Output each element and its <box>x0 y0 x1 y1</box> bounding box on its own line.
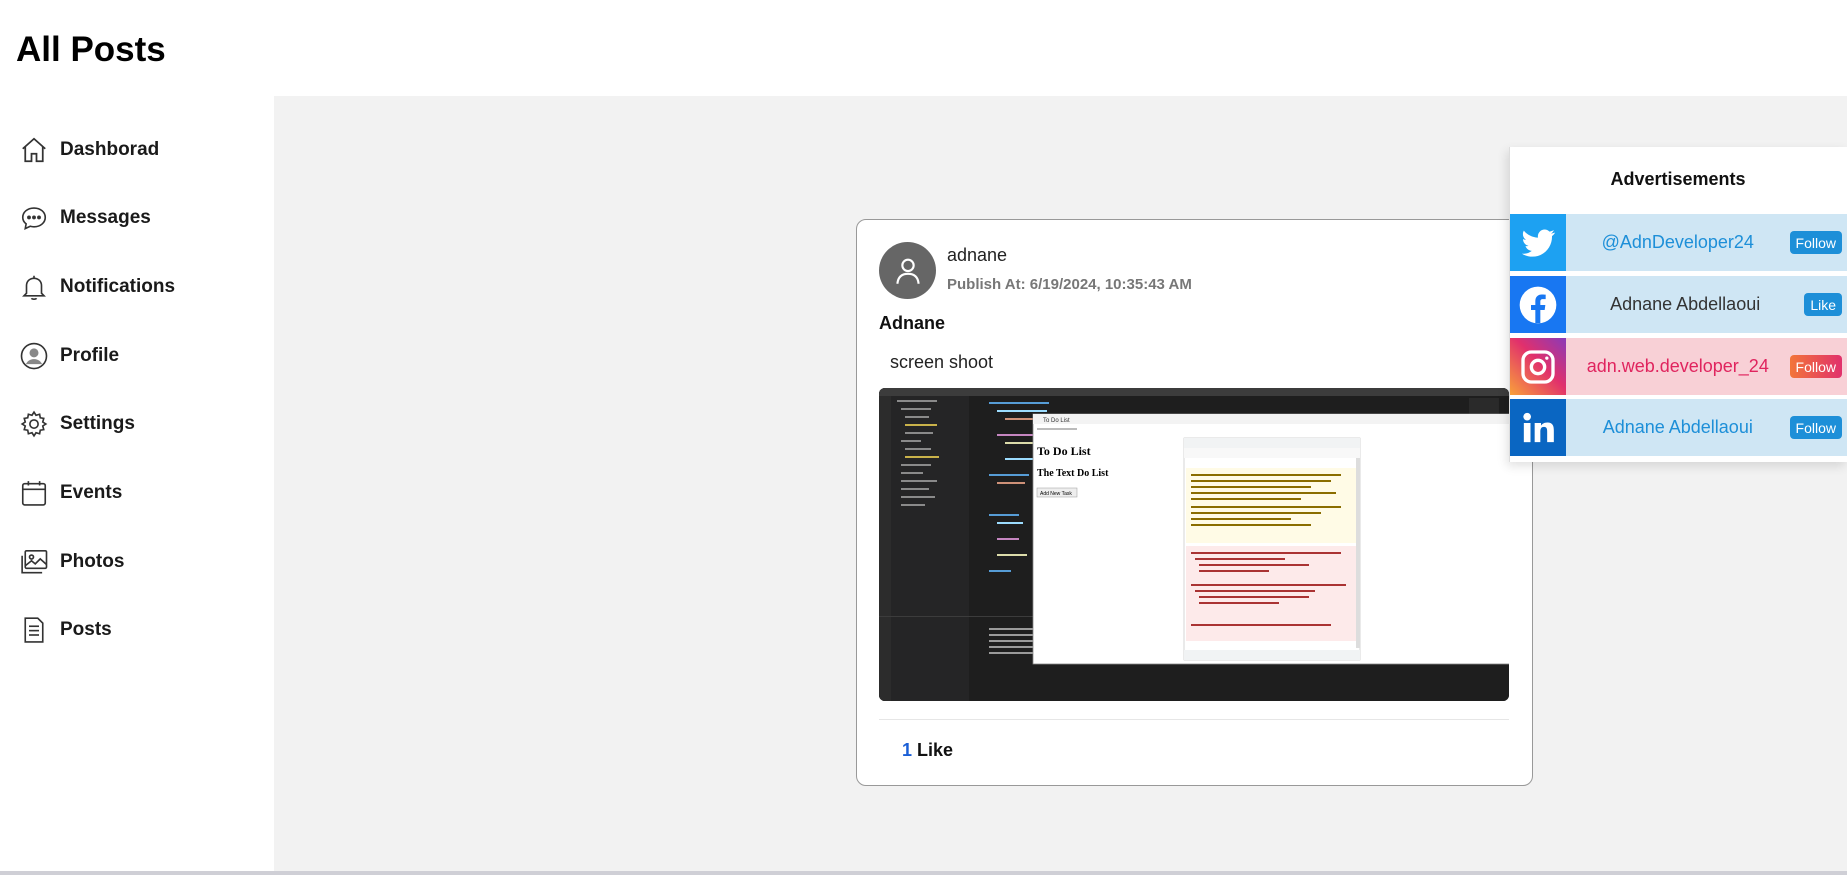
user-icon <box>895 258 920 284</box>
sidebar-item-profile[interactable]: Profile <box>18 334 258 378</box>
sidebar-item-messages[interactable]: Messages <box>18 196 258 240</box>
ad-instagram[interactable]: adn.web.developer_24 Follow <box>1510 338 1847 395</box>
document-icon <box>18 614 50 646</box>
instagram-icon <box>1510 338 1566 395</box>
sidebar-item-label: Messages <box>60 207 151 228</box>
sidebar: Dashborad Messages Notifications Profile… <box>0 96 274 871</box>
like-count: 1 <box>902 740 913 760</box>
advertisements-title: Advertisements <box>1610 169 1746 189</box>
twitter-icon <box>1510 214 1566 271</box>
sidebar-item-label: Profile <box>60 345 120 366</box>
ad-handle[interactable]: Adnane Abdellaoui <box>1566 417 1790 438</box>
like-label: Like <box>917 740 954 760</box>
sidebar-item-label: Events <box>60 482 123 503</box>
sidebar-item-dashboard[interactable]: Dashborad <box>18 128 258 172</box>
sidebar-item-photos[interactable]: Photos <box>18 540 258 584</box>
facebook-icon <box>1510 276 1566 333</box>
post-title: Adnane <box>879 313 946 333</box>
ad-handle[interactable]: Adnane Abdellaoui <box>1566 294 1804 315</box>
screenshot-button: Add New Task <box>1040 491 1072 497</box>
user-circle-icon <box>18 340 50 372</box>
sidebar-item-label: Settings <box>60 413 135 434</box>
ad-twitter[interactable]: @AdnDeveloper24 Follow <box>1510 214 1847 271</box>
sidebar-item-notifications[interactable]: Notifications <box>18 265 258 309</box>
page-title: All Posts <box>16 30 166 69</box>
sidebar-item-label: Notifications <box>60 276 176 297</box>
top-header: All Posts <box>0 0 1847 96</box>
gear-icon <box>18 408 50 440</box>
ad-facebook[interactable]: Adnane Abdellaoui Like <box>1510 276 1847 333</box>
post-body: screen shoot <box>890 352 994 372</box>
bell-icon <box>18 271 50 303</box>
screenshot-heading: To Do List <box>1037 444 1091 458</box>
screenshot-window-title: To Do List <box>1043 418 1070 424</box>
images-icon <box>18 546 50 578</box>
sidebar-item-label: Dashborad <box>60 139 160 160</box>
window-bottom-edge <box>0 871 1847 875</box>
sidebar-item-posts[interactable]: Posts <box>18 608 258 652</box>
sidebar-item-label: Photos <box>60 551 125 572</box>
sidebar-item-label: Posts <box>60 619 112 640</box>
linkedin-icon <box>1510 399 1566 456</box>
avatar[interactable] <box>879 242 936 299</box>
sidebar-item-events[interactable]: Events <box>18 471 258 515</box>
follow-button[interactable]: Follow <box>1789 355 1842 378</box>
divider <box>879 719 1509 720</box>
post-timestamp: Publish At: 6/19/2024, 10:35:43 AM <box>947 276 1192 293</box>
advertisements-panel: Advertisements @AdnDeveloper24 Follow Ad… <box>1509 147 1847 462</box>
like-button[interactable]: 1 Like <box>902 740 953 761</box>
like-page-button[interactable]: Like <box>1804 293 1842 316</box>
home-icon <box>18 134 50 166</box>
ad-handle[interactable]: @AdnDeveloper24 <box>1566 232 1790 253</box>
post-author[interactable]: adnane <box>947 245 1007 266</box>
sidebar-item-settings[interactable]: Settings <box>18 402 258 446</box>
ad-linkedin[interactable]: Adnane Abdellaoui Follow <box>1510 399 1847 456</box>
screenshot-subheading: The Text Do List <box>1037 468 1109 479</box>
calendar-icon <box>18 477 50 509</box>
post-image[interactable]: To Do List To Do List The Text Do List A… <box>879 388 1509 701</box>
follow-button[interactable]: Follow <box>1789 231 1842 254</box>
ad-handle[interactable]: adn.web.developer_24 <box>1566 356 1790 377</box>
follow-button[interactable]: Follow <box>1789 416 1842 439</box>
chat-bubble-icon <box>18 202 50 234</box>
screenshot-thumbnail: To Do List To Do List The Text Do List A… <box>879 388 1509 701</box>
post-card: adnane Publish At: 6/19/2024, 10:35:43 A… <box>856 219 1533 786</box>
